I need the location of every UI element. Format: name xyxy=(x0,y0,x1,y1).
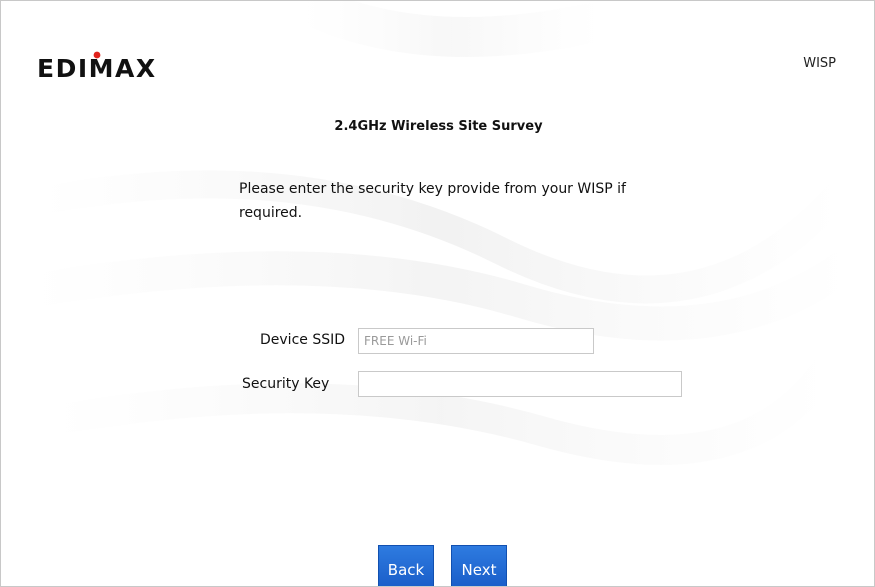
back-button[interactable]: Back xyxy=(378,545,434,586)
next-button[interactable]: Next xyxy=(451,545,507,586)
security-key-field[interactable] xyxy=(358,371,682,397)
device-ssid-field[interactable] xyxy=(358,328,594,354)
instruction-text: Please enter the security key provide fr… xyxy=(239,181,626,221)
background-swirls xyxy=(28,1,862,465)
mode-label: WISP xyxy=(803,56,836,71)
setup-wizard-window: EDIMAX WISP 2.4GHz Wireless Site Survey … xyxy=(0,0,875,587)
edimax-logo: EDIMAX xyxy=(37,51,157,81)
svg-text:EDIMAX: EDIMAX xyxy=(37,54,157,81)
security-key-label: Security Key xyxy=(242,376,330,392)
device-ssid-label: Device SSID xyxy=(260,332,346,348)
page-title: 2.4GHz Wireless Site Survey xyxy=(334,119,543,134)
